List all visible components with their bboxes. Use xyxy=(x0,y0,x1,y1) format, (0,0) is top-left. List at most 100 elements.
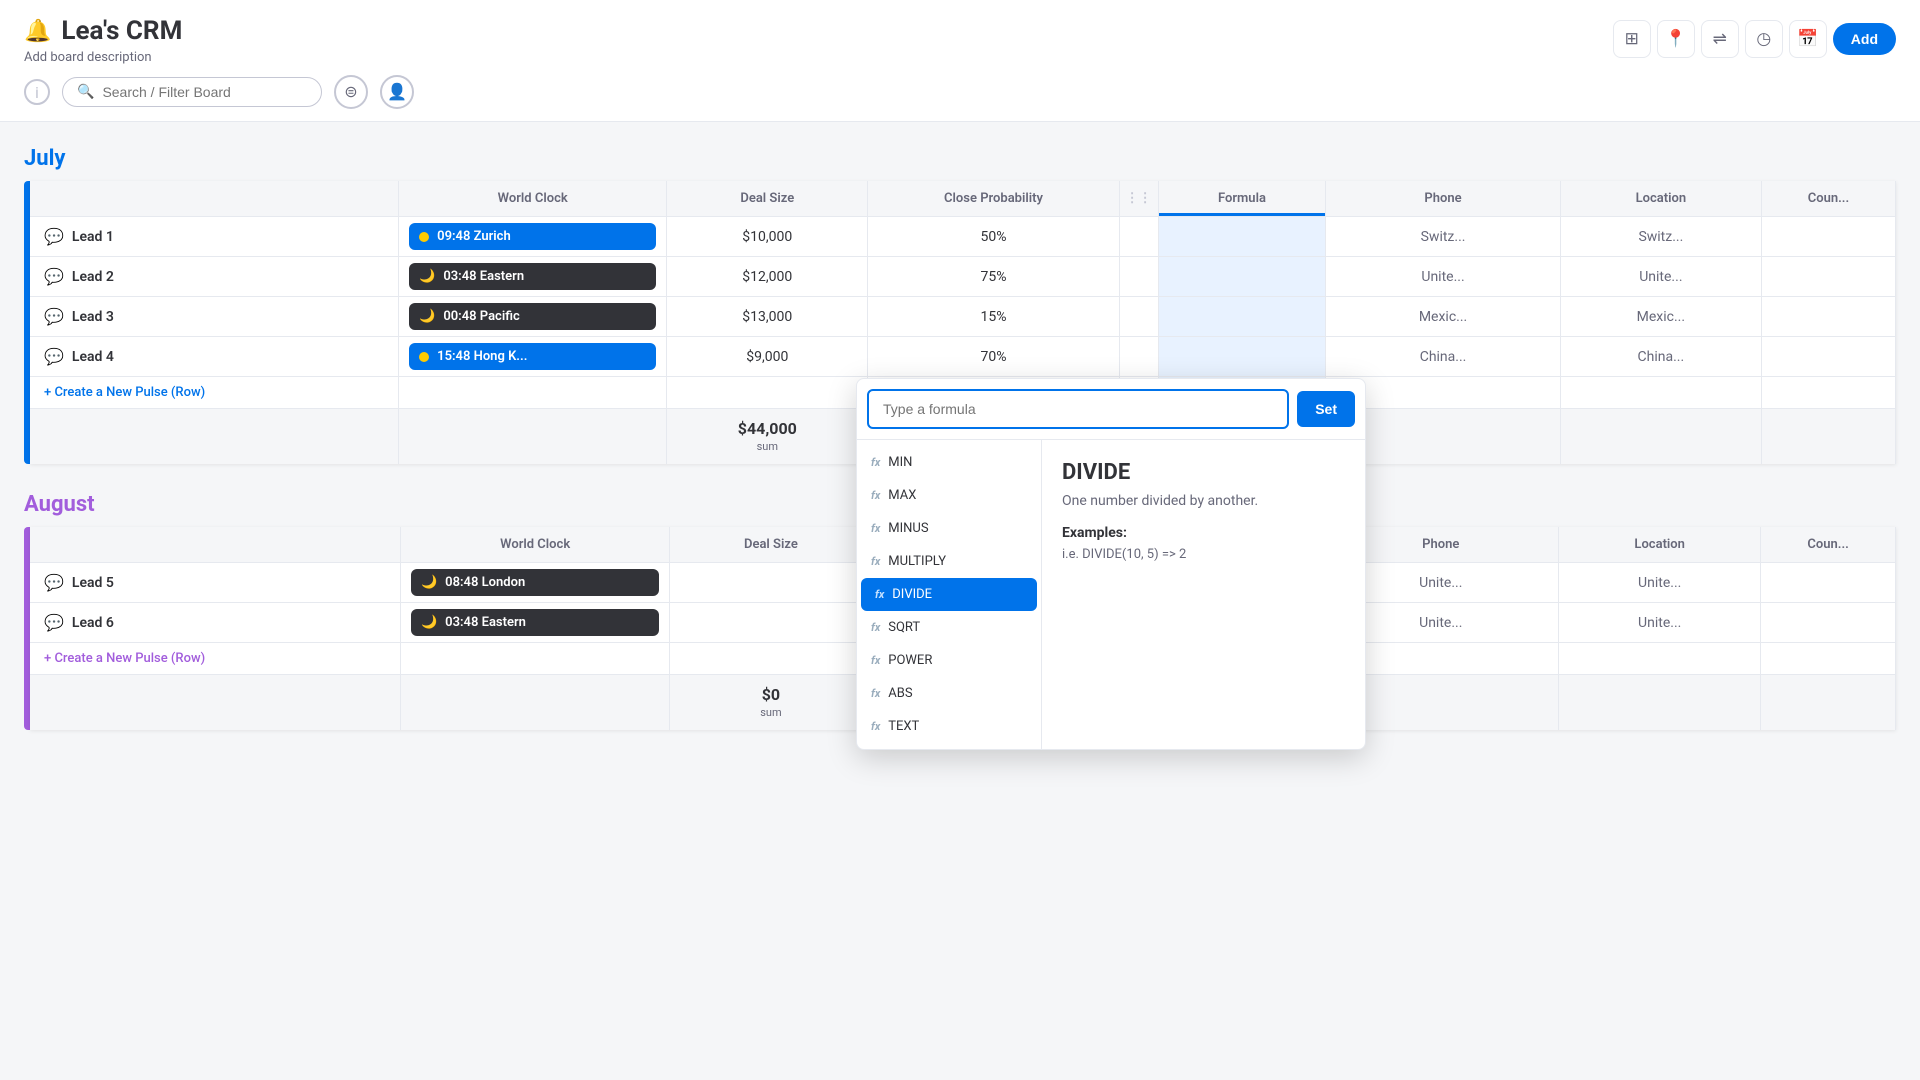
col-header-world-clock: World Clock xyxy=(399,181,667,217)
phone-cell: Mexic... xyxy=(1326,297,1561,337)
formula-cell xyxy=(1158,217,1326,257)
clock-cell: 09:48 Zurich xyxy=(399,217,667,257)
location-cell: Unite... xyxy=(1560,257,1761,297)
lead-name-cell: 💬 Lead 4 xyxy=(30,337,399,377)
clock-dot-yellow xyxy=(419,352,429,362)
create-row-label-aug[interactable]: + Create a New Pulse (Row) xyxy=(30,643,400,675)
formula-item-max[interactable]: fx MAX xyxy=(857,479,1041,512)
formula-detail-example: i.e. DIVIDE(10, 5) => 2 xyxy=(1062,547,1345,562)
col-header-world-clock-aug: World Clock xyxy=(400,527,669,563)
lead-name-cell: 💬 Lead 5 xyxy=(30,563,400,603)
col-header-formula[interactable]: Formula xyxy=(1158,181,1326,217)
formula-item-minus[interactable]: fx MINUS xyxy=(857,512,1041,545)
prob-cell: 15% xyxy=(868,297,1119,337)
phone-cell: China... xyxy=(1326,337,1561,377)
formula-cell xyxy=(1158,297,1326,337)
comment-icon[interactable]: 💬 xyxy=(44,307,64,326)
toolbar-row: i 🔍 ⊜ 👤 xyxy=(24,75,414,121)
summary-deal-value: $44,000 xyxy=(681,419,853,438)
map-view-button[interactable]: 📍 xyxy=(1657,20,1695,58)
lead-name: Lead 4 xyxy=(72,349,114,365)
summary-deal-label-aug: sum xyxy=(760,706,781,719)
location-cell: Switz... xyxy=(1560,217,1761,257)
formula-item-multiply[interactable]: fx MULTIPLY xyxy=(857,545,1041,578)
calendar-view-button[interactable]: 📅 xyxy=(1789,20,1827,58)
clock-time: 00:48 Pacific xyxy=(443,309,519,324)
formula-body: fx MIN fx MAX fx MINUS fx MULTIPLY fx xyxy=(857,440,1365,749)
summary-deal-aug: $0 sum xyxy=(670,675,872,731)
deal-cell: $9,000 xyxy=(667,337,868,377)
fx-icon: fx xyxy=(871,522,880,535)
clock-cell: 🌙 08:48 London xyxy=(400,563,669,603)
col-header-deal-size-aug: Deal Size xyxy=(670,527,872,563)
search-box[interactable]: 🔍 xyxy=(62,77,322,107)
count-cell xyxy=(1761,337,1895,377)
clock-time: 15:48 Hong K... xyxy=(437,349,527,364)
lead-name: Lead 1 xyxy=(72,229,114,245)
comment-icon[interactable]: 💬 xyxy=(44,267,64,286)
col-header-deal-size: Deal Size xyxy=(667,181,868,217)
comment-icon[interactable]: 💬 xyxy=(44,227,64,246)
col-header-drag: ⋮⋮ xyxy=(1119,181,1158,217)
formula-detail-desc: One number divided by another. xyxy=(1062,493,1345,509)
person-filter-button[interactable]: 👤 xyxy=(380,75,414,109)
formula-set-button[interactable]: Set xyxy=(1297,391,1355,427)
drag-cell xyxy=(1119,337,1158,377)
formula-detail: DIVIDE One number divided by another. Ex… xyxy=(1042,440,1365,749)
lead-name-cell: 💬 Lead 3 xyxy=(30,297,399,337)
formula-label: MAX xyxy=(888,488,916,503)
table-view-button[interactable]: ⊞ xyxy=(1613,20,1651,58)
formula-item-abs[interactable]: fx ABS xyxy=(857,677,1041,710)
count-cell xyxy=(1761,563,1896,603)
formula-item-text[interactable]: fx TEXT xyxy=(857,710,1041,743)
formula-input-row: Set xyxy=(857,379,1365,440)
formula-item-sqrt[interactable]: fx SQRT xyxy=(857,611,1041,644)
formula-detail-examples-label: Examples: xyxy=(1062,525,1345,541)
clock-cell: 🌙 00:48 Pacific xyxy=(399,297,667,337)
info-icon: i xyxy=(24,79,50,105)
comment-icon[interactable]: 💬 xyxy=(44,347,64,366)
col-header-name-aug xyxy=(30,527,400,563)
app-icon: 🔔 xyxy=(24,19,51,44)
app-title: Lea's CRM xyxy=(61,16,182,46)
chart-view-button[interactable]: ◷ xyxy=(1745,20,1783,58)
count-cell xyxy=(1761,217,1895,257)
search-input[interactable] xyxy=(102,84,307,100)
formula-item-power[interactable]: fx POWER xyxy=(857,644,1041,677)
comment-icon[interactable]: 💬 xyxy=(44,573,64,592)
app-title-row: 🔔 Lea's CRM xyxy=(24,16,414,46)
clock-time: 09:48 Zurich xyxy=(437,229,511,244)
app-description[interactable]: Add board description xyxy=(24,50,414,65)
lead-name: Lead 3 xyxy=(72,309,114,325)
filter-board-button[interactable]: ⊜ xyxy=(334,75,368,109)
formula-label: MIN xyxy=(888,455,912,470)
col-header-name xyxy=(30,181,399,217)
location-cell: Mexic... xyxy=(1560,297,1761,337)
lead-name: Lead 5 xyxy=(72,575,114,591)
drag-cell xyxy=(1119,257,1158,297)
formula-cell xyxy=(1158,337,1326,377)
clock-dot-moon: 🌙 xyxy=(421,615,437,630)
table-row: 💬 Lead 1 09:48 Zurich $10,000 50% xyxy=(30,217,1896,257)
fx-icon: fx xyxy=(871,456,880,469)
formula-item-min[interactable]: fx MIN xyxy=(857,446,1041,479)
count-cell xyxy=(1761,257,1895,297)
formula-input[interactable] xyxy=(867,389,1289,429)
formula-label: SQRT xyxy=(888,620,920,635)
clock-cell: 15:48 Hong K... xyxy=(399,337,667,377)
table-row: 💬 Lead 4 15:48 Hong K... $9,000 70% xyxy=(30,337,1896,377)
table-row: 💬 Lead 3 🌙 00:48 Pacific $13,000 15% xyxy=(30,297,1896,337)
prob-cell: 50% xyxy=(868,217,1119,257)
create-row-label[interactable]: + Create a New Pulse (Row) xyxy=(30,377,399,409)
formula-item-divide[interactable]: fx DIVIDE xyxy=(861,578,1037,611)
add-button[interactable]: Add xyxy=(1833,23,1896,55)
app-header: 🔔 Lea's CRM Add board description i 🔍 ⊜ … xyxy=(0,0,1920,122)
formula-label: MULTIPLY xyxy=(888,554,946,569)
clock-dot-moon: 🌙 xyxy=(421,575,437,590)
comment-icon[interactable]: 💬 xyxy=(44,613,64,632)
filter-view-button[interactable]: ⇌ xyxy=(1701,20,1739,58)
formula-label: ABS xyxy=(888,686,912,701)
lead-name-cell: 💬 Lead 2 xyxy=(30,257,399,297)
clock-time: 03:48 Eastern xyxy=(443,269,524,284)
col-header-location: Location xyxy=(1560,181,1761,217)
